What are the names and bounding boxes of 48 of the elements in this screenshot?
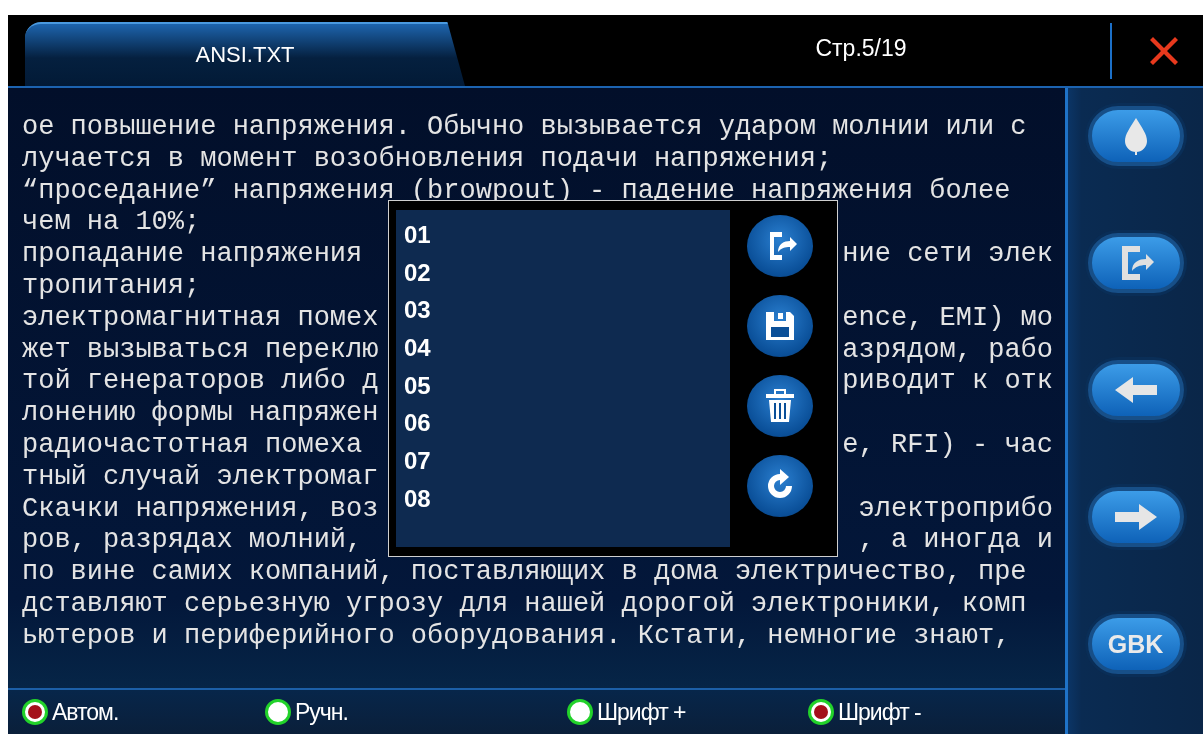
slot-item[interactable]: 05 [404, 366, 431, 405]
text-line: электромагнитная помех [22, 302, 379, 335]
text-line: жет вызываться переклю [22, 334, 379, 367]
radio-button[interactable] [22, 699, 48, 725]
text-line: лучается в момент возобновления подачи напряжения; [22, 143, 833, 176]
radio-button[interactable] [567, 699, 593, 725]
option-label: Шрифт - [838, 698, 921, 726]
text-line: азрядом, рабо [842, 334, 1053, 367]
text-line: по вине самих компаний, поставляющих в дома электричество, пре [22, 557, 1027, 589]
file-tab[interactable]: ANSI.TXT [25, 22, 465, 86]
theme-button[interactable] [1087, 106, 1184, 166]
export-button[interactable] [1087, 233, 1184, 293]
next-button[interactable] [1087, 487, 1184, 547]
text-line: радиочастотная помеха [22, 429, 363, 462]
text-line: лонению формы напряжен [22, 398, 379, 430]
page-number: Стр.5/19 [814, 35, 908, 62]
text-line: Скачки напряжения, воз [22, 493, 379, 526]
text-line: дставляют серьезную угрозу для нашей дорогой электроники, комп [22, 588, 1027, 621]
option-label: Шрифт + [597, 698, 686, 726]
text-line: , а иногда и [858, 525, 1053, 558]
text-line: пропадание напряжения [22, 239, 363, 271]
text-line: ров, разрядах молний, [22, 525, 363, 558]
slot-item[interactable]: 08 [404, 479, 431, 518]
text-line: риводит к отк [842, 366, 1053, 399]
text-line: ьютеров и периферийного оборудования. Кстати, немногие знают, [22, 620, 1011, 653]
text-line: e, RFI) - час [842, 429, 1053, 462]
text-line: ние сети элек [842, 239, 1053, 271]
option-label: Ручн. [295, 698, 348, 726]
text-line: электроприбо [858, 493, 1053, 526]
slot-item[interactable]: 07 [404, 442, 431, 480]
slot-item[interactable]: 03 [404, 291, 431, 330]
text-line: чем на 10%; [22, 207, 201, 240]
text-line: той генераторов либо д [22, 366, 379, 399]
radio-button[interactable] [808, 699, 834, 725]
text-line: ое повышение напряжения. Обычно вызывается ударом молнии или с [22, 112, 1027, 144]
slot-item[interactable]: 01 [404, 216, 431, 254]
text-line: тный случай электромаг [22, 461, 379, 494]
text-line: тропитания; [22, 271, 201, 303]
slot-item[interactable]: 02 [404, 253, 431, 292]
trash-icon [764, 388, 796, 424]
text-line: ence, EMI) мо [842, 302, 1053, 335]
slot-item[interactable]: 04 [404, 329, 431, 367]
slot-item[interactable]: 06 [404, 404, 431, 443]
previous-button[interactable] [1087, 360, 1184, 420]
text-line: “проседание” напряжения (browpout) - падение напряжения более [22, 175, 1011, 208]
right-arrow-icon [1112, 502, 1159, 532]
radio-button[interactable] [265, 699, 291, 725]
option-label: Автом. [52, 698, 119, 726]
